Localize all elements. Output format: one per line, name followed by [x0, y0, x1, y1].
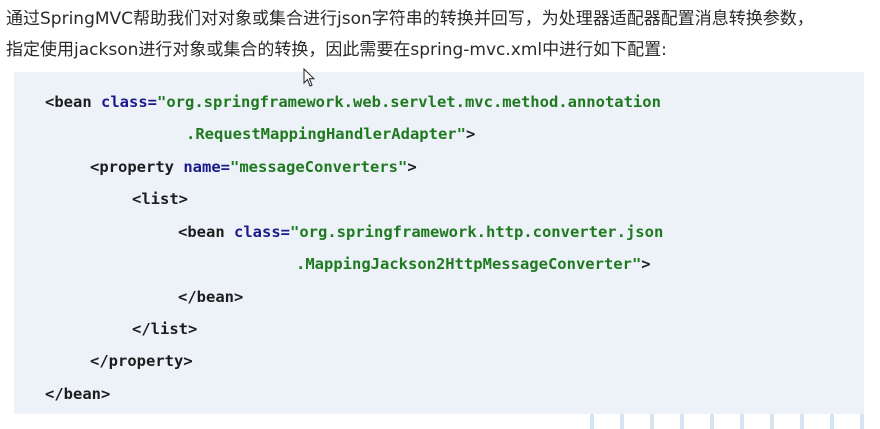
code-token: <bean	[178, 223, 225, 241]
decorative-stripe	[680, 414, 684, 429]
code-line-10: </bean>	[45, 384, 110, 404]
decorative-stripe	[710, 414, 714, 429]
decorative-stripe	[650, 414, 654, 429]
code-line-7: </bean>	[178, 287, 243, 307]
code-token: .MappingJackson2HttpMessageConverter"	[296, 255, 642, 273]
code-line-5: <bean class="org.springframework.http.co…	[178, 222, 663, 242]
decorative-stripe	[830, 414, 834, 429]
code-line-3: <property name="messageConverters">	[90, 157, 417, 177]
code-token: "messageConverters"	[230, 158, 408, 176]
code-token: >	[641, 255, 651, 273]
decorative-stripe	[620, 414, 624, 429]
xml-code-block: <bean class="org.springframework.web.ser…	[14, 72, 864, 414]
decorative-stripe	[590, 414, 594, 429]
intro-line-1: 通过SpringMVC帮助我们对对象或集合进行json字符串的转换并回写，为处理…	[6, 9, 814, 29]
code-token: class=	[101, 93, 158, 111]
code-token: <bean	[45, 93, 92, 111]
code-token: "org.springframework.web.servlet.mvc.met…	[157, 93, 661, 111]
code-token: </bean>	[178, 288, 244, 306]
code-token: <list>	[132, 190, 188, 208]
code-token: class=	[234, 223, 291, 241]
code-token: >	[465, 125, 476, 143]
code-line-9: </property>	[90, 351, 193, 371]
code-token: </bean>	[45, 385, 111, 403]
bottom-decoration	[0, 414, 880, 429]
code-token: </list>	[132, 320, 198, 338]
mouse-pointer-icon	[303, 68, 315, 87]
code-token: "org.springframework.http.converter.json	[290, 223, 664, 241]
code-line-1: <bean class="org.springframework.web.ser…	[45, 92, 661, 112]
intro-line-2: 指定使用jackson进行对象或集合的转换，因此需要在spring-mvc.xm…	[6, 40, 667, 60]
document-page: 通过SpringMVC帮助我们对对象或集合进行json字符串的转换并回写，为处理…	[0, 0, 880, 429]
code-token: .RequestMappingHandlerAdapter"	[186, 125, 466, 143]
code-token: </property>	[90, 352, 193, 370]
code-line-2: .RequestMappingHandlerAdapter">	[186, 124, 475, 144]
code-token: <property	[90, 158, 174, 176]
code-line-6: .MappingJackson2HttpMessageConverter">	[296, 254, 651, 274]
code-line-8: </list>	[132, 319, 197, 339]
intro-paragraph: 通过SpringMVC帮助我们对对象或集合进行json字符串的转换并回写，为处理…	[6, 4, 876, 66]
decorative-stripe	[800, 414, 804, 429]
code-token: name=	[183, 158, 231, 176]
code-token: >	[407, 158, 417, 176]
code-line-4: <list>	[132, 189, 188, 209]
decorative-stripe	[860, 414, 864, 429]
decorative-stripe	[770, 414, 774, 429]
decorative-stripe	[740, 414, 744, 429]
